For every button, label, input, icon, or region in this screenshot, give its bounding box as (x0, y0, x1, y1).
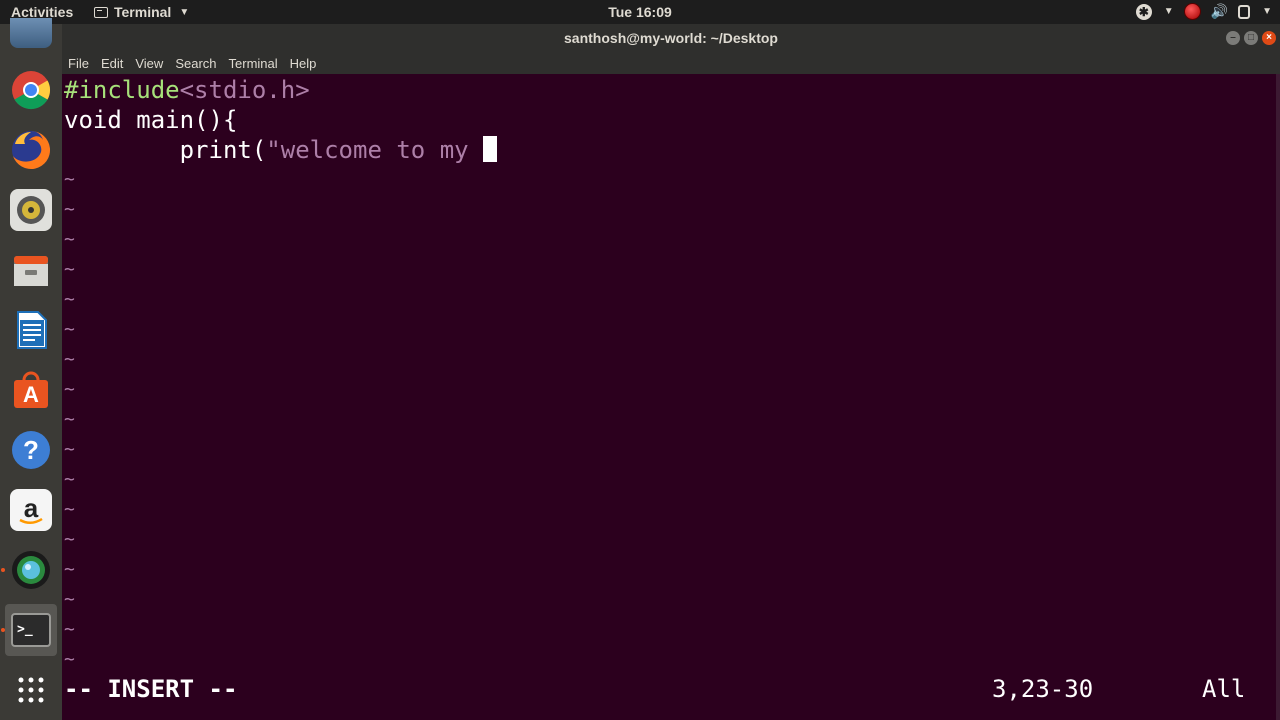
close-icon[interactable]: × (1262, 31, 1276, 45)
include-directive: #include (64, 76, 180, 104)
tilde-line: ~ (64, 289, 75, 310)
cursor-position: 3,23-30 (992, 675, 1094, 703)
code-line-2: void main(){ (64, 106, 238, 134)
scrollbar[interactable] (1276, 74, 1280, 720)
globe-app-icon[interactable] (10, 549, 52, 591)
app-icon[interactable] (10, 18, 52, 48)
tilde-line: ~ (64, 379, 75, 400)
top-bar: Activities Terminal ▼ Tue 16:09 ✱ ▼ 🔊 ▼ (0, 0, 1280, 24)
svg-text:?: ? (23, 435, 39, 465)
libreoffice-writer-icon[interactable] (10, 309, 52, 351)
string-literal: "welcome to my (266, 136, 484, 164)
svg-text:A: A (23, 382, 39, 407)
tilde-line: ~ (64, 169, 75, 190)
menu-help[interactable]: Help (290, 56, 317, 71)
firefox-icon[interactable] (10, 129, 52, 171)
menu-bar: File Edit View Search Terminal Help (62, 52, 1280, 74)
tilde-line: ~ (64, 259, 75, 280)
vim-mode: -- INSERT -- (64, 675, 238, 703)
system-tray: ✱ ▼ 🔊 ▼ (1135, 3, 1272, 20)
text-cursor (483, 136, 498, 162)
volume-icon[interactable]: 🔊 (1211, 3, 1228, 20)
terminal-icon[interactable]: >_ (5, 604, 57, 656)
window-title: santhosh@my-world: ~/Desktop (564, 30, 778, 46)
terminal-content[interactable]: #include<stdio.h> void main(){ print("we… (62, 74, 1280, 720)
software-center-icon[interactable]: A (10, 369, 52, 411)
code-line-1: #include<stdio.h> (64, 75, 310, 105)
svg-text:a: a (24, 493, 39, 523)
show-apps-icon[interactable] (10, 669, 52, 711)
tilde-line: ~ (64, 559, 75, 580)
rhythmbox-icon[interactable] (10, 189, 52, 231)
title-bar[interactable]: santhosh@my-world: ~/Desktop – □ × (62, 24, 1280, 52)
chrome-icon[interactable] (10, 69, 52, 111)
menu-terminal[interactable]: Terminal (229, 56, 278, 71)
include-header: <stdio.h> (179, 76, 310, 104)
chevron-down-icon[interactable]: ▼ (1262, 6, 1272, 17)
launcher: A ? a >_ (0, 18, 62, 720)
tilde-line: ~ (64, 619, 75, 640)
tilde-line: ~ (64, 469, 75, 490)
maximize-icon[interactable]: □ (1244, 31, 1258, 45)
chevron-down-icon[interactable]: ▼ (1164, 6, 1174, 17)
svg-text:>_: >_ (17, 622, 33, 637)
help-icon[interactable]: ? (10, 429, 52, 471)
vim-status-line: -- INSERT -- 3,23-30 All (62, 674, 1280, 704)
menu-search[interactable]: Search (175, 56, 216, 71)
amazon-icon[interactable]: a (10, 489, 52, 531)
tilde-line: ~ (64, 589, 75, 610)
menu-edit[interactable]: Edit (101, 56, 123, 71)
function-call: print( (179, 136, 267, 164)
minimize-icon[interactable]: – (1226, 31, 1240, 45)
clock[interactable]: Tue 16:09 (0, 4, 1280, 20)
tilde-line: ~ (64, 229, 75, 250)
menu-view[interactable]: View (135, 56, 163, 71)
window-controls: – □ × (1226, 31, 1276, 45)
record-indicator-icon[interactable] (1183, 3, 1201, 20)
files-icon[interactable] (10, 249, 52, 291)
power-icon[interactable] (1238, 4, 1251, 19)
tilde-line: ~ (64, 439, 75, 460)
menu-file[interactable]: File (68, 56, 89, 71)
tilde-line: ~ (64, 499, 75, 520)
tilde-line: ~ (64, 319, 75, 340)
running-indicator (1, 568, 5, 572)
code-line-3: print("welcome to my (64, 135, 498, 165)
terminal-window: santhosh@my-world: ~/Desktop – □ × File … (62, 24, 1280, 720)
tilde-line: ~ (64, 199, 75, 220)
tilde-line: ~ (64, 529, 75, 550)
accessibility-icon[interactable]: ✱ (1135, 3, 1152, 20)
tilde-line: ~ (64, 349, 75, 370)
tilde-line: ~ (64, 409, 75, 430)
tilde-line: ~ (64, 649, 75, 670)
scroll-position: All (1202, 675, 1246, 703)
